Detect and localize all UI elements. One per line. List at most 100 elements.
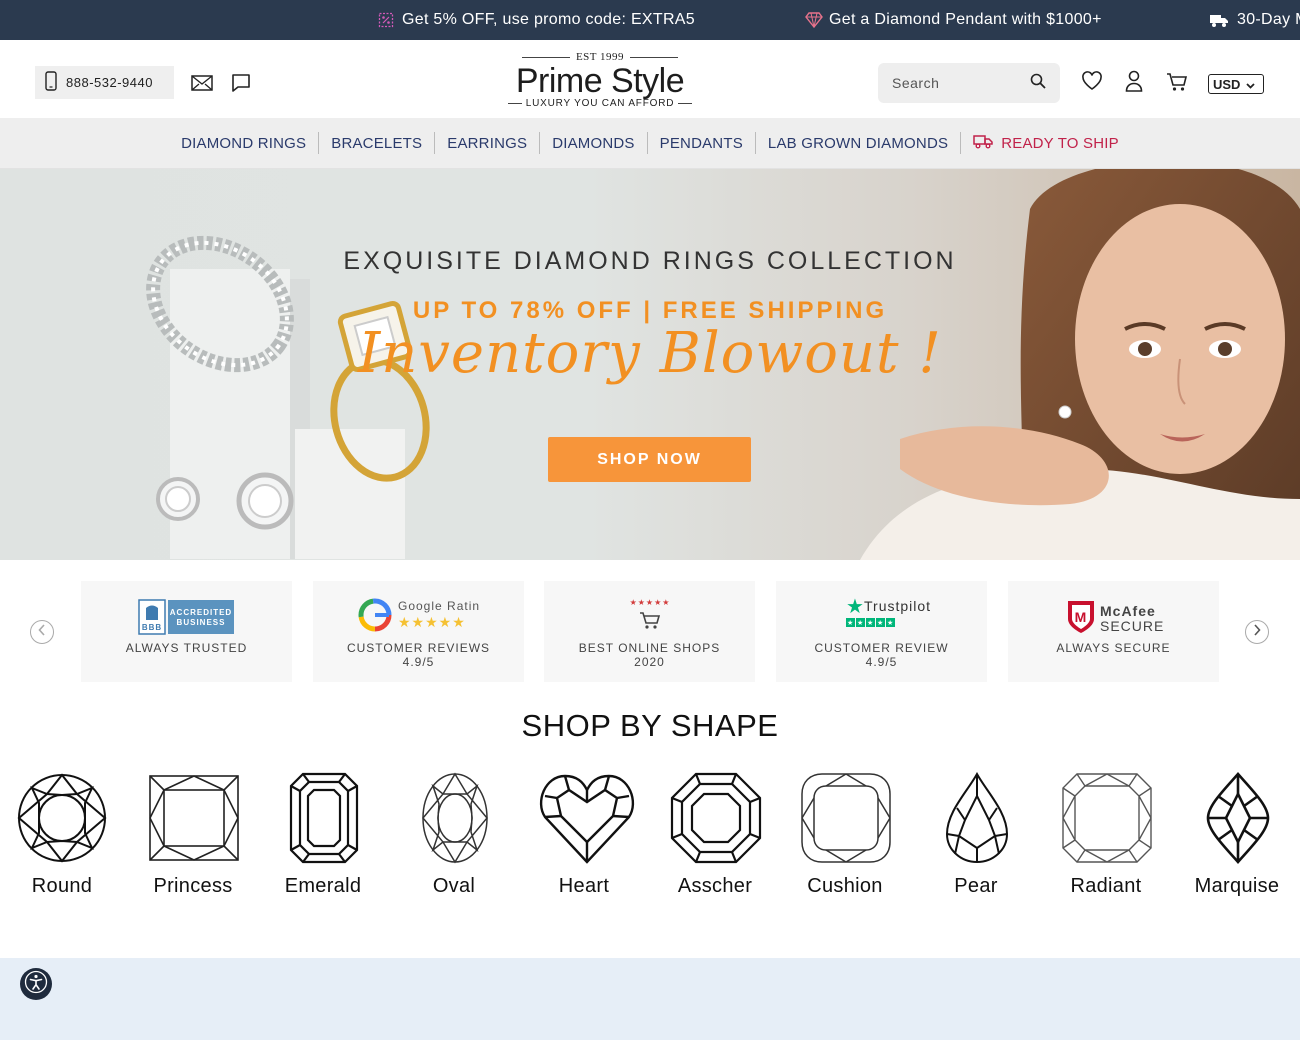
- percent-badge-icon: [378, 12, 394, 28]
- nav-ready-to-ship-label: READY TO SHIP: [1001, 134, 1119, 152]
- shape-label: Radiant: [1070, 875, 1142, 897]
- svg-text:★: ★: [887, 619, 894, 627]
- trust-next-button[interactable]: [1245, 620, 1269, 644]
- shape-emerald[interactable]: Emerald: [258, 772, 388, 904]
- nav-diamond-rings[interactable]: DIAMOND RINGS: [169, 135, 318, 152]
- trust-card-text: BEST ONLINE SHOPS 2020: [578, 641, 721, 669]
- truck-icon: [1209, 12, 1229, 28]
- chevron-right-icon: [1253, 623, 1261, 641]
- shape-label: Heart: [558, 875, 610, 897]
- shape-label: Round: [31, 875, 93, 897]
- marquise-diamond-icon: [1206, 772, 1270, 864]
- trust-card-best-shops[interactable]: ★★★★★ BEST ONLINE SHOPS 2020: [544, 581, 755, 682]
- shape-label: Princess: [153, 875, 233, 897]
- nav-pendants[interactable]: PENDANTS: [648, 135, 755, 152]
- shape-heart[interactable]: Heart: [519, 772, 649, 904]
- trust-card-text: ALWAYS TRUSTED: [125, 641, 248, 655]
- trust-card-trustpilot[interactable]: ★ Trustpilot ★ ★ ★ ★ ★ CUSTOMER REVIEW 4.9/5: [776, 581, 987, 682]
- shape-oval[interactable]: Oval: [389, 772, 519, 904]
- nav-bracelets[interactable]: BRACELETS: [319, 135, 434, 152]
- bottom-band: [0, 958, 1300, 1040]
- phone-icon: [45, 71, 57, 94]
- currency-value: USD: [1213, 76, 1241, 92]
- radiant-diamond-icon: [1062, 773, 1152, 863]
- shop-now-button[interactable]: SHOP NOW: [548, 437, 751, 482]
- svg-text:Google Rating: Google Rating: [398, 599, 480, 613]
- promo-bar: Get 5% OFF, use promo code: EXTRA5 Get a…: [0, 0, 1300, 40]
- trust-card-google[interactable]: Google Rating ★★★★★ CUSTOMER REVIEWS 4.9…: [313, 581, 524, 682]
- trust-card-text: CUSTOMER REVIEW 4.9/5: [814, 641, 949, 669]
- shape-radiant[interactable]: Radiant: [1041, 772, 1171, 904]
- shape-label: Emerald: [284, 875, 362, 897]
- heart-diamond-icon: [539, 774, 635, 864]
- nav-ready-to-ship[interactable]: READY TO SHIP: [961, 133, 1131, 153]
- promo-item-returns[interactable]: 30-Day M: [1209, 0, 1300, 40]
- promo-text: Get 5% OFF, use promo code: EXTRA5: [402, 11, 695, 28]
- shape-marquise[interactable]: Marquise: [1172, 772, 1300, 904]
- svg-text:★: ★: [846, 594, 865, 618]
- header: 888-532-9440 EST 1999 Prime Style LUXURY…: [0, 40, 1300, 118]
- diamond-icon: [805, 12, 823, 29]
- site-logo[interactable]: EST 1999 Prime Style LUXURY YOU CAN AFFO…: [500, 50, 700, 114]
- shape-princess[interactable]: Princess: [128, 772, 258, 904]
- search-box: [878, 63, 1060, 103]
- promo-item-pendant[interactable]: Get a Diamond Pendant with $1000+: [805, 0, 1102, 40]
- accessibility-icon: [24, 970, 48, 999]
- bbb-logo: BBB ACCREDITED BUSINESS: [81, 593, 292, 641]
- shape-cushion[interactable]: Cushion: [780, 772, 910, 904]
- svg-text:Trustpilot: Trustpilot: [864, 598, 931, 614]
- currency-select[interactable]: USD: [1208, 74, 1264, 94]
- nav-earrings[interactable]: EARRINGS: [435, 135, 539, 152]
- svg-text:★★★★★: ★★★★★: [629, 598, 670, 607]
- trust-card-text: ALWAYS SECURE: [1056, 641, 1171, 655]
- shape-round[interactable]: Round: [0, 772, 127, 904]
- phone-number: 888-532-9440: [66, 75, 153, 90]
- logo-tagline: LUXURY YOU CAN AFFORD: [500, 98, 700, 109]
- shape-label: Cushion: [807, 875, 883, 897]
- hero-banner[interactable]: EXQUISITE DIAMOND RINGS COLLECTION UP TO…: [0, 169, 1300, 560]
- search-input[interactable]: [892, 75, 1012, 91]
- shape-label: Asscher: [677, 875, 753, 897]
- model-image: [860, 169, 1300, 560]
- emerald-diamond-icon: [289, 772, 359, 864]
- trustpilot-logo: ★ Trustpilot ★ ★ ★ ★ ★: [776, 589, 987, 637]
- oval-diamond-icon: [422, 772, 488, 864]
- user-icon[interactable]: [1123, 70, 1145, 92]
- truck-icon: [973, 133, 993, 153]
- trust-card-bbb[interactable]: BBB ACCREDITED BUSINESS ALWAYS TRUSTED: [81, 581, 292, 682]
- shape-pear[interactable]: Pear: [911, 772, 1041, 904]
- search-icon[interactable]: [1030, 73, 1046, 94]
- svg-text:BUSINESS: BUSINESS: [176, 618, 225, 627]
- round-diamond-icon: [17, 773, 107, 863]
- best-shops-logo: ★★★★★: [544, 591, 755, 639]
- main-nav: DIAMOND RINGS BRACELETS EARRINGS DIAMOND…: [0, 118, 1300, 169]
- svg-text:★: ★: [847, 619, 854, 627]
- cushion-diamond-icon: [801, 773, 891, 863]
- shape-label: Marquise: [1194, 875, 1280, 897]
- cart-icon[interactable]: [1166, 71, 1188, 93]
- heart-icon[interactable]: [1081, 70, 1103, 92]
- svg-text:M: M: [1074, 609, 1087, 625]
- princess-diamond-icon: [149, 775, 239, 861]
- pear-diamond-icon: [945, 772, 1009, 864]
- phone-link[interactable]: 888-532-9440: [35, 66, 174, 99]
- nav-diamonds[interactable]: DIAMONDS: [540, 135, 646, 152]
- asscher-diamond-icon: [670, 772, 762, 864]
- google-rating-logo: Google Rating ★★★★★: [313, 591, 524, 639]
- svg-text:BBB: BBB: [141, 623, 161, 632]
- mail-icon[interactable]: [191, 72, 213, 94]
- svg-text:★: ★: [857, 619, 864, 627]
- trust-card-text: CUSTOMER REVIEWS 4.9/5: [346, 641, 491, 669]
- mcafee-logo: M McAfee SECURE: [1008, 593, 1219, 641]
- shape-label: Pear: [954, 875, 998, 897]
- svg-text:SECURE: SECURE: [1100, 618, 1164, 634]
- shape-label: Oval: [432, 875, 476, 897]
- nav-lab-grown-diamonds[interactable]: LAB GROWN DIAMONDS: [756, 135, 960, 152]
- promo-item-code[interactable]: Get 5% OFF, use promo code: EXTRA5: [378, 0, 695, 40]
- trust-prev-button[interactable]: [30, 620, 54, 644]
- svg-text:★: ★: [877, 619, 884, 627]
- accessibility-button[interactable]: [20, 968, 52, 1000]
- shape-asscher[interactable]: Asscher: [650, 772, 780, 904]
- trust-card-mcafee[interactable]: M McAfee SECURE ALWAYS SECURE: [1008, 581, 1219, 682]
- chat-icon[interactable]: [230, 72, 252, 94]
